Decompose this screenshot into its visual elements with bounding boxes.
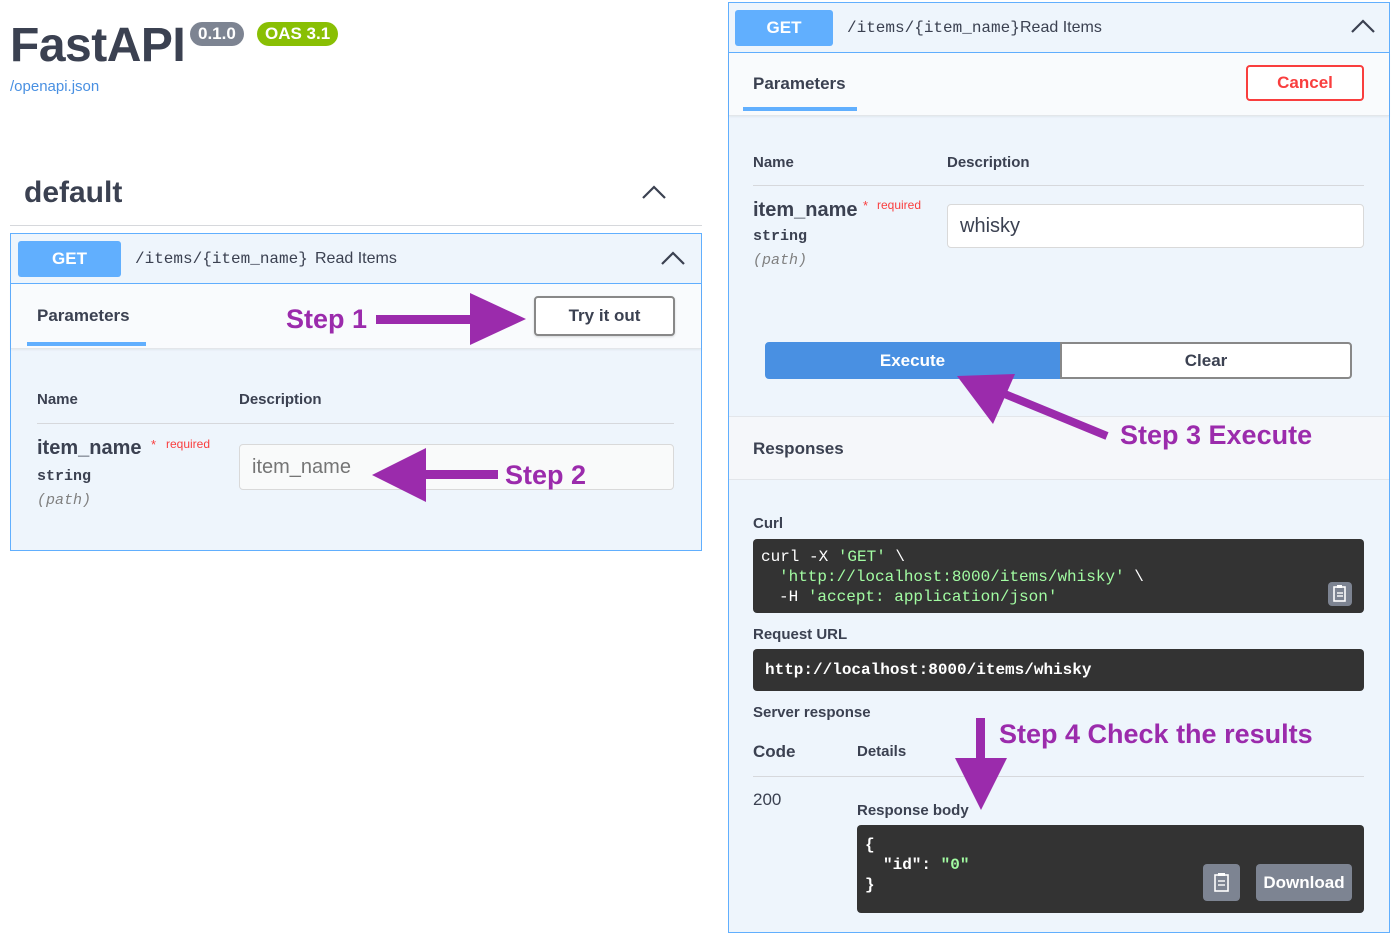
curl-line-3: -H 'accept: application/json' xyxy=(779,588,1058,606)
request-url-value: http://localhost:8000/items/whisky xyxy=(753,649,1364,691)
details-column-header: Details xyxy=(857,743,907,760)
operation-path: /items/{item_name} xyxy=(847,19,1020,37)
arrow-down-icon xyxy=(955,718,1007,810)
table-divider xyxy=(37,423,674,424)
param-name: item_name xyxy=(753,199,858,221)
required-label: required xyxy=(877,198,922,212)
column-name-header: Name xyxy=(753,154,794,171)
copy-icon[interactable] xyxy=(1327,581,1353,607)
curl-line-2: 'http://localhost:8000/items/whisky' \ xyxy=(779,568,1144,586)
response-table-divider xyxy=(753,776,1364,777)
tab-underline xyxy=(27,342,146,346)
response-body-label: Response body xyxy=(857,802,969,819)
chevron-up-icon[interactable] xyxy=(659,248,687,268)
step3-annotation: Step 3 Execute xyxy=(1120,420,1313,450)
copy-icon[interactable] xyxy=(1203,864,1240,901)
required-star: * xyxy=(151,437,157,452)
step4-annotation: Step 4 Check the results xyxy=(999,719,1313,749)
arrow-right-icon xyxy=(376,293,526,345)
table-divider xyxy=(753,185,1364,186)
oas-badge: OAS 3.1 xyxy=(257,22,339,46)
method-badge: GET xyxy=(18,241,121,277)
param-location: (path) xyxy=(753,252,808,269)
openapi-json-link[interactable]: /openapi.json xyxy=(10,78,99,95)
required-star: * xyxy=(863,198,869,213)
json-open-brace: { xyxy=(865,836,875,854)
download-button[interactable]: Download xyxy=(1256,864,1352,901)
curl-code-block: curl -X 'GET' \ 'http://localhost:8000/i… xyxy=(753,539,1364,613)
arrow-up-left-icon xyxy=(957,374,1109,440)
operation-summary: Read Items xyxy=(315,250,397,267)
parameters-tabbar: Parameters Cancel xyxy=(729,53,1389,116)
try-it-out-button[interactable]: Try it out xyxy=(534,296,675,336)
app-title: FastAPI xyxy=(10,19,186,72)
chevron-up-icon[interactable] xyxy=(1349,16,1377,36)
column-description-header: Description xyxy=(239,391,322,408)
column-description-header: Description xyxy=(947,154,1030,171)
curl-line-1: curl -X 'GET' \ xyxy=(761,548,906,566)
item-name-input[interactable] xyxy=(947,204,1364,248)
version-badge: 0.1.0 xyxy=(190,22,244,46)
operation-header[interactable]: GET /items/{item_name} Read Items xyxy=(11,234,701,284)
step2-annotation: Step 2 xyxy=(505,460,587,490)
parameters-tab[interactable]: Parameters xyxy=(753,74,846,94)
arrow-left-icon xyxy=(372,448,498,502)
param-type: string xyxy=(37,468,92,485)
operation-path: /items/{item_name} xyxy=(135,250,308,268)
section-divider xyxy=(10,225,702,226)
column-name-header: Name xyxy=(37,391,78,408)
operation-block-expanded: GET /items/{item_name} Read Items Parame… xyxy=(728,2,1390,933)
param-name: item_name xyxy=(37,437,142,459)
tab-underline xyxy=(743,107,857,111)
parameters-tab[interactable]: Parameters xyxy=(37,306,130,326)
chevron-up-icon[interactable] xyxy=(640,182,668,202)
server-response-label: Server response xyxy=(753,704,871,721)
operation-header[interactable]: GET /items/{item_name} Read Items xyxy=(729,3,1389,53)
required-label: required xyxy=(166,437,211,451)
step1-annotation: Step 1 xyxy=(286,304,368,334)
curl-label: Curl xyxy=(753,515,783,532)
param-type: string xyxy=(753,228,808,245)
method-badge: GET xyxy=(735,10,833,46)
section-title[interactable]: default xyxy=(24,176,122,210)
param-location: (path) xyxy=(37,492,92,509)
cancel-button[interactable]: Cancel xyxy=(1246,65,1364,101)
code-column-header: Code xyxy=(753,742,796,761)
responses-label: Responses xyxy=(753,439,844,458)
operation-summary: Read Items xyxy=(1020,19,1102,36)
response-code: 200 xyxy=(753,790,782,809)
operation-block: GET /items/{item_name} Read Items Parame… xyxy=(10,233,702,551)
request-url-label: Request URL xyxy=(753,626,848,643)
